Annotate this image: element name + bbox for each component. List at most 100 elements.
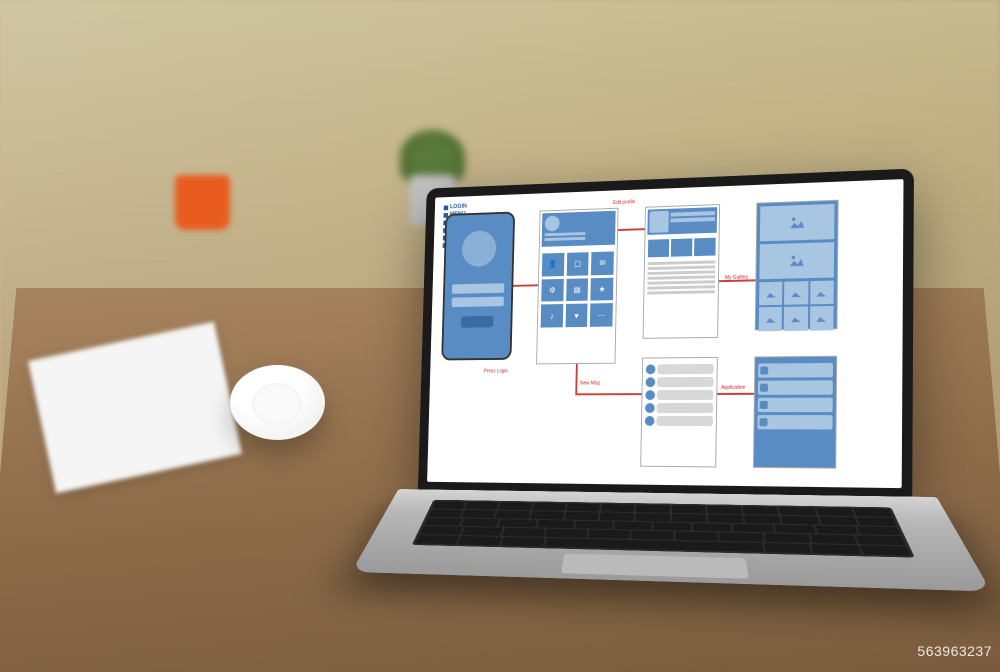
laptop-display: LOGIN MENU: [427, 179, 903, 488]
setting-item: [757, 415, 832, 429]
chat-row: [646, 364, 714, 374]
menu-tile-message: ✉: [591, 251, 614, 275]
avatar-placeholder: [462, 230, 497, 267]
menu-wireframe[interactable]: 👤 ▢ ✉ ⚙ ▤ ★ ♪ ♥ ⋯: [536, 208, 618, 365]
thumb: [810, 306, 834, 330]
flow-my-gallery: My Gallery: [725, 275, 749, 282]
profile-wireframe[interactable]: [643, 204, 721, 339]
chat-icon: ✉: [599, 259, 605, 268]
gallery-thumbnail-grid: [759, 281, 834, 331]
menu-tile-extra5: ⋯: [590, 303, 613, 326]
menu-tile-extra4: ♥: [565, 304, 588, 327]
msg-bubble: [657, 390, 714, 400]
chat-row: [645, 403, 713, 413]
menu-grid: 👤 ▢ ✉ ⚙ ▤ ★ ♪ ♥ ⋯: [538, 248, 617, 330]
setting-item: [758, 380, 833, 395]
menu-header-wf: [542, 211, 616, 247]
flow-connector: [618, 228, 645, 231]
person-icon: 👤: [548, 260, 557, 269]
avatar-dot-icon: [645, 416, 655, 426]
thumb: [759, 282, 783, 306]
text-line: [648, 261, 716, 266]
thumb: [810, 281, 834, 305]
gallery-wireframe[interactable]: [755, 200, 839, 331]
flow-application: Application: [721, 385, 745, 391]
text-line: [545, 232, 586, 236]
menu-tile-gallery: ▢: [566, 252, 589, 275]
thumb: [648, 239, 669, 258]
profile-gallery-row: [645, 235, 719, 261]
stock-watermark: 563963237: [917, 643, 992, 659]
image-icon: [774, 250, 819, 272]
user-avatar-icon: [545, 216, 560, 232]
msg-bubble: [656, 416, 713, 426]
text-line: [647, 286, 715, 290]
menu-tile-extra3: ♪: [541, 304, 563, 327]
thumb: [784, 281, 808, 305]
image-icon: [814, 311, 828, 325]
image-icon: [764, 287, 778, 301]
flow-connector: [575, 393, 641, 395]
username-field-wf: [452, 283, 504, 294]
message-wireframe[interactable]: [640, 357, 718, 468]
star-icon: ★: [599, 285, 606, 294]
text-line: [671, 211, 716, 216]
text-line: [544, 237, 585, 241]
keyboard: [412, 500, 915, 558]
text-line: [648, 266, 716, 271]
laptop-device: LOGIN MENU: [414, 167, 956, 659]
laptop-keyboard-deck: [351, 489, 991, 592]
chat-row: [645, 390, 713, 400]
thumb: [759, 307, 783, 331]
msg-bubble: [657, 403, 714, 413]
wireframe-flow-canvas[interactable]: LOGIN MENU: [427, 179, 903, 488]
heart-icon: ♥: [574, 311, 579, 320]
gallery-image-2: [759, 242, 834, 279]
flow-press-login: Press Login: [484, 368, 508, 374]
setting-item: [758, 398, 833, 412]
image-icon: [815, 285, 829, 299]
flow-connector: [513, 284, 538, 286]
chat-row: [645, 377, 713, 387]
setting-wireframe[interactable]: [753, 356, 837, 469]
menu-tile-extra2: ★: [591, 277, 614, 301]
menu-tile-profile: 👤: [542, 253, 564, 276]
white-coffee-cup-prop: [230, 365, 325, 440]
bell-icon: ♪: [550, 312, 554, 321]
thumb: [671, 238, 693, 257]
chat-row: [645, 416, 713, 426]
password-field-wf: [452, 297, 504, 308]
gear-icon: ⚙: [549, 286, 556, 295]
option-icon: [760, 366, 768, 374]
trackpad: [561, 554, 749, 579]
doc-icon: ▤: [573, 285, 580, 294]
more-icon: ⋯: [598, 311, 606, 320]
flow-connector: [717, 393, 754, 395]
login-wireframe[interactable]: [441, 211, 515, 360]
orange-mug-prop: [175, 175, 230, 230]
avatar-dot-icon: [646, 364, 656, 374]
avatar-dot-icon: [645, 403, 655, 413]
text-line: [648, 271, 716, 276]
menu-tile-extra1: ▤: [566, 278, 589, 301]
image-icon: [789, 312, 803, 326]
text-line: [670, 217, 715, 222]
menu-tile-settings: ⚙: [541, 279, 563, 302]
avatar-dot-icon: [645, 390, 655, 400]
profile-info-wf: [670, 209, 715, 232]
flow-connector: [575, 364, 578, 393]
flow-edit-profile: Edit profile: [613, 199, 635, 206]
image-icon: [775, 211, 820, 233]
image-icon: [789, 286, 803, 300]
thumb: [694, 238, 716, 257]
option-icon: [759, 418, 767, 426]
msg-bubble: [657, 364, 714, 374]
msg-bubble: [657, 377, 714, 387]
option-icon: [760, 384, 768, 392]
profile-header-wf: [647, 207, 717, 235]
image-icon: ▢: [574, 259, 581, 268]
option-icon: [760, 401, 768, 409]
text-line: [647, 291, 715, 295]
flow-new-msg: New Msg: [580, 381, 600, 387]
login-button-wf: [461, 316, 494, 328]
